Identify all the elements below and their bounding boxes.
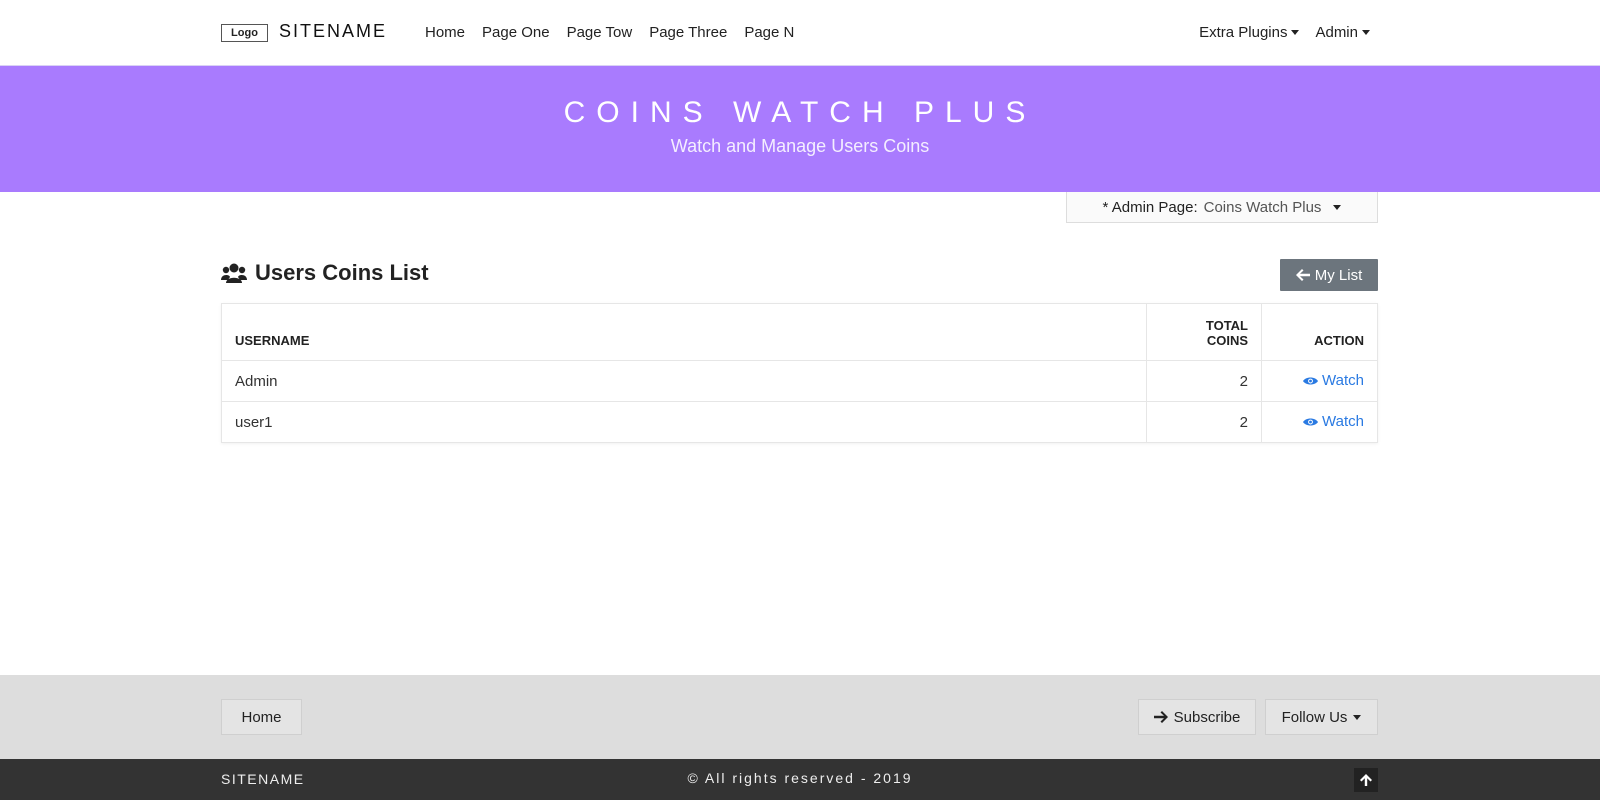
admin-page-dropdown[interactable]: * Admin Page: Coins Watch Plus bbox=[1066, 192, 1378, 223]
eye-icon bbox=[1303, 418, 1319, 426]
top-navbar: Logo SITENAME Home Page One Page Tow Pag… bbox=[0, 0, 1600, 66]
site-name[interactable]: SITENAME bbox=[279, 21, 387, 42]
footer-nav: Home Subscribe Follow Us bbox=[0, 675, 1600, 759]
footer-home-label: Home bbox=[241, 708, 282, 726]
table-row: user1 2 Watch bbox=[221, 401, 1378, 443]
extra-plugins-dropdown[interactable]: Extra Plugins bbox=[1199, 24, 1300, 41]
hero-subtitle: Watch and Manage Users Coins bbox=[670, 136, 930, 156]
arrow-left-icon bbox=[1295, 269, 1310, 281]
cell-total-coins: 2 bbox=[1146, 401, 1262, 443]
watch-label: Watch bbox=[1322, 372, 1364, 390]
subscribe-label: Subscribe bbox=[1173, 708, 1241, 726]
cell-username: Admin bbox=[221, 360, 1147, 402]
subscribe-button[interactable]: Subscribe bbox=[1138, 699, 1256, 735]
nav-link-page-three[interactable]: Page Three bbox=[649, 24, 727, 41]
admin-page-label: * Admin Page: bbox=[1102, 198, 1198, 216]
nav-link-page-n[interactable]: Page N bbox=[744, 24, 794, 41]
header-username: USERNAME bbox=[221, 303, 1147, 361]
caret-down-icon bbox=[1291, 30, 1300, 35]
logo[interactable]: Logo bbox=[221, 24, 268, 42]
extra-plugins-label: Extra Plugins bbox=[1199, 24, 1288, 41]
users-coins-table: USERNAME TOTAL COINS ACTION Admin 2 Watc… bbox=[221, 303, 1378, 443]
watch-link[interactable]: Watch bbox=[1303, 372, 1364, 389]
my-list-label: My List bbox=[1314, 266, 1363, 284]
nav-right: Extra Plugins Admin bbox=[1199, 24, 1370, 41]
my-list-button[interactable]: My List bbox=[1280, 259, 1378, 291]
footer-home-button[interactable]: Home bbox=[221, 699, 302, 735]
header-total-coins: TOTAL COINS bbox=[1146, 303, 1262, 361]
watch-label: Watch bbox=[1322, 413, 1364, 431]
eye-icon bbox=[1303, 377, 1319, 385]
hero-banner: COINS WATCH PLUS Watch and Manage Users … bbox=[0, 66, 1600, 192]
section-title-text: Users Coins List bbox=[255, 260, 429, 285]
footer-bar: SITENAME © All rights reserved - 2019 bbox=[0, 759, 1600, 800]
caret-down-icon bbox=[1353, 714, 1362, 720]
header-action: ACTION bbox=[1261, 303, 1378, 361]
header-total-coins-line1: TOTAL bbox=[1205, 318, 1248, 333]
arrow-right-icon bbox=[1153, 711, 1168, 723]
admin-label: Admin bbox=[1315, 24, 1358, 41]
arrow-up-icon bbox=[1360, 774, 1372, 786]
watch-link[interactable]: Watch bbox=[1303, 413, 1364, 430]
caret-down-icon bbox=[1362, 30, 1370, 35]
section-title: Users Coins List bbox=[221, 260, 429, 286]
table-row: Admin 2 Watch bbox=[221, 360, 1378, 402]
users-icon bbox=[221, 263, 247, 283]
admin-dropdown[interactable]: Admin bbox=[1315, 24, 1370, 41]
follow-us-dropdown[interactable]: Follow Us bbox=[1265, 699, 1378, 735]
table-header-row: USERNAME TOTAL COINS ACTION bbox=[221, 303, 1378, 361]
nav-link-page-tow[interactable]: Page Tow bbox=[567, 24, 633, 41]
cell-action: Watch bbox=[1261, 360, 1378, 402]
cell-total-coins: 2 bbox=[1146, 360, 1262, 402]
follow-us-label: Follow Us bbox=[1281, 708, 1348, 726]
nav-link-page-one[interactable]: Page One bbox=[482, 24, 550, 41]
cell-action: Watch bbox=[1261, 401, 1378, 443]
hero-title: COINS WATCH PLUS bbox=[563, 96, 1037, 129]
header-total-coins-line2: COINS bbox=[1206, 333, 1248, 348]
main-nav: Home Page One Page Tow Page Three Page N bbox=[425, 24, 794, 41]
caret-down-icon bbox=[1333, 204, 1342, 210]
cell-username: user1 bbox=[221, 401, 1147, 443]
nav-link-home[interactable]: Home bbox=[425, 24, 465, 41]
scroll-to-top-button[interactable] bbox=[1354, 768, 1378, 792]
admin-page-value: Coins Watch Plus bbox=[1203, 198, 1322, 216]
